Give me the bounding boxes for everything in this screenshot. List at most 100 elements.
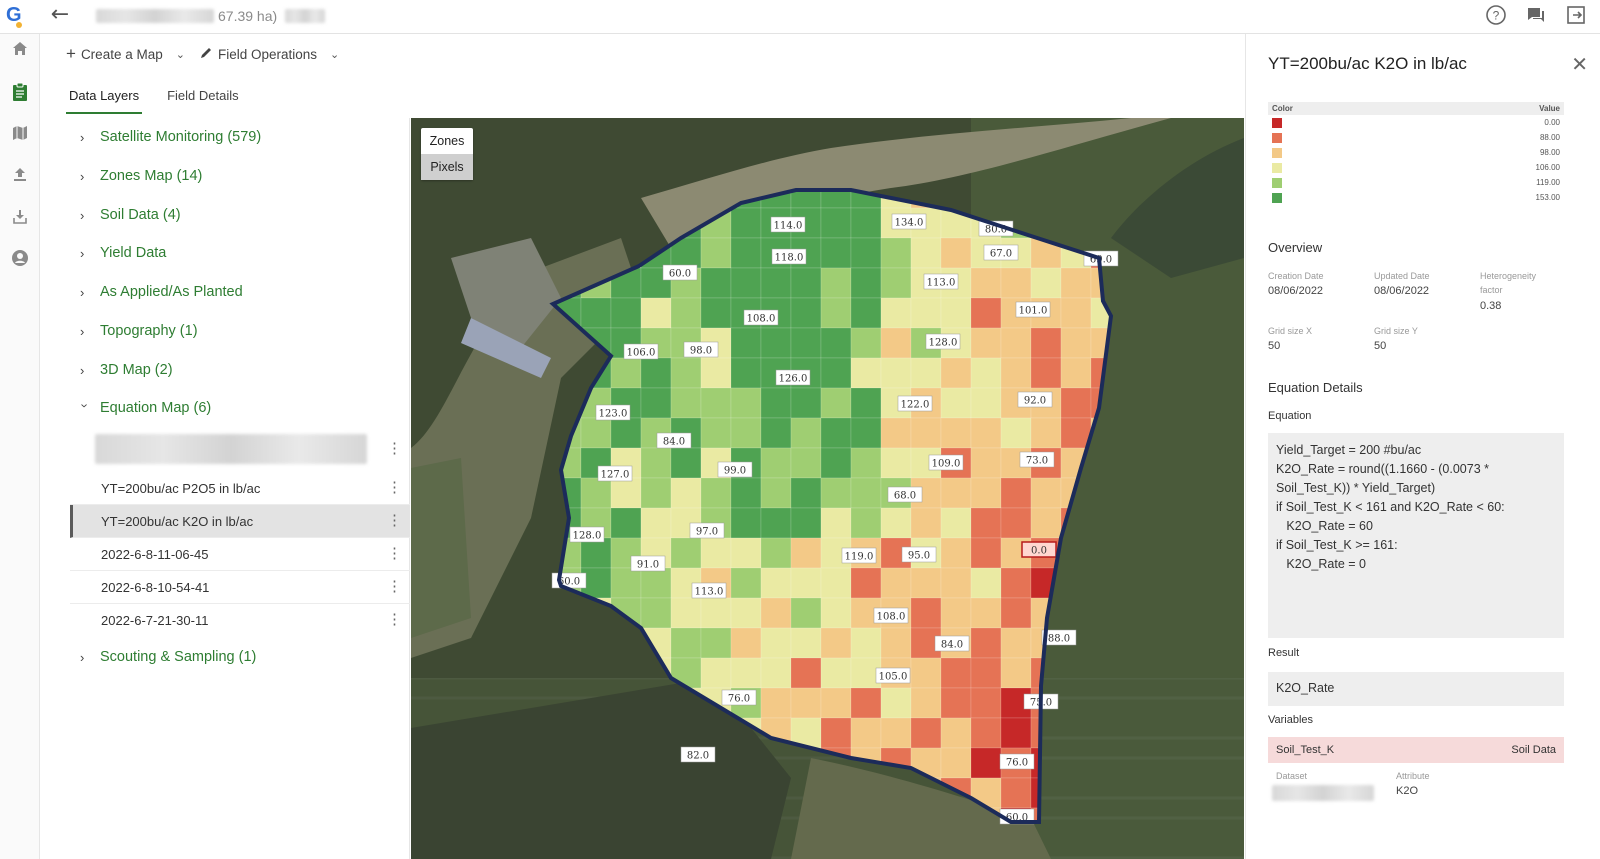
map-cell[interactable]	[1000, 567, 1032, 599]
map-cell[interactable]	[880, 717, 912, 749]
map-cell[interactable]	[850, 207, 882, 239]
map-cell[interactable]	[670, 597, 702, 629]
map-cell[interactable]	[730, 327, 762, 359]
map-cell[interactable]	[880, 687, 912, 719]
map-cell[interactable]	[790, 687, 822, 719]
list-item[interactable]: 2022-6-8-10-54-41 ⋮	[70, 571, 410, 604]
close-icon[interactable]: ✕	[1571, 52, 1588, 76]
map-cell[interactable]	[850, 567, 882, 599]
map-cell[interactable]	[850, 357, 882, 389]
map-cell[interactable]	[760, 657, 792, 689]
map-cell[interactable]	[910, 567, 942, 599]
map-cell[interactable]	[790, 297, 822, 329]
map-icon[interactable]	[6, 124, 34, 152]
map-cell[interactable]	[700, 537, 732, 569]
map-cell[interactable]	[880, 327, 912, 359]
field-map[interactable]: 114.0 134.0 118.0 80.0 67.0 69.0 60.0 113.0 108.…	[411, 118, 1244, 859]
map-cell[interactable]	[1030, 417, 1062, 449]
map-cell[interactable]	[670, 297, 702, 329]
layer-group-yield[interactable]: › Yield Data	[80, 241, 166, 265]
layer-group-equation-map[interactable]: › Equation Map (6)	[78, 396, 212, 420]
map-cell[interactable]	[730, 237, 762, 269]
map-cell[interactable]	[760, 567, 792, 599]
map-cell[interactable]	[970, 537, 1002, 569]
map-cell[interactable]	[820, 447, 852, 479]
map-cell[interactable]	[640, 597, 672, 629]
map-cell[interactable]	[700, 597, 732, 629]
map-cell[interactable]	[730, 387, 762, 419]
map-cell[interactable]	[730, 477, 762, 509]
map-cell[interactable]	[850, 687, 882, 719]
map-cell[interactable]	[700, 297, 732, 329]
map-cell[interactable]	[910, 417, 942, 449]
back-arrow-icon[interactable]: ←	[46, 3, 74, 29]
map-cell[interactable]	[700, 417, 732, 449]
map-cell[interactable]	[880, 447, 912, 479]
download-icon[interactable]	[6, 207, 34, 235]
map-cell[interactable]	[1000, 267, 1032, 299]
zones-pixels-toggle[interactable]: Zones Pixels	[421, 128, 473, 180]
list-item-redacted[interactable]: ⋮	[70, 425, 410, 473]
map-cell[interactable]	[1000, 627, 1032, 659]
map-cell[interactable]	[1030, 267, 1062, 299]
more-vert-icon[interactable]: ⋮	[387, 545, 402, 563]
map-cell[interactable]	[970, 297, 1002, 329]
map-cell[interactable]	[910, 237, 942, 269]
clipboard-icon[interactable]	[6, 82, 34, 110]
map-cell[interactable]	[820, 357, 852, 389]
map-cell[interactable]	[670, 387, 702, 419]
map-cell[interactable]	[730, 507, 762, 539]
map-cell[interactable]	[1060, 327, 1092, 359]
map-cell[interactable]	[760, 417, 792, 449]
map-cell[interactable]	[760, 537, 792, 569]
map-cell[interactable]	[1000, 477, 1032, 509]
map-cell[interactable]	[640, 477, 672, 509]
map-cell[interactable]	[820, 717, 852, 749]
map-cell[interactable]	[760, 597, 792, 629]
map-cell[interactable]	[880, 297, 912, 329]
list-item[interactable]: 2022-6-7-21-30-11 ⋮	[70, 604, 410, 637]
map-cell[interactable]	[730, 267, 762, 299]
map-cell[interactable]	[940, 477, 972, 509]
map-cell[interactable]	[700, 357, 732, 389]
map-cell[interactable]	[970, 387, 1002, 419]
more-vert-icon[interactable]: ⋮	[387, 440, 402, 458]
map-cell[interactable]	[940, 537, 972, 569]
map-cell[interactable]	[970, 327, 1002, 359]
map-cell[interactable]	[910, 687, 942, 719]
pixels-option[interactable]: Pixels	[421, 154, 473, 180]
map-cell[interactable]	[610, 567, 642, 599]
map-cell[interactable]	[760, 687, 792, 719]
map-cell[interactable]	[820, 207, 852, 239]
map-cell[interactable]	[820, 417, 852, 449]
map-cell[interactable]	[790, 567, 822, 599]
map-cell[interactable]	[730, 597, 762, 629]
map-cell[interactable]	[970, 267, 1002, 299]
map-cell[interactable]	[880, 237, 912, 269]
map-cell[interactable]	[760, 447, 792, 479]
map-cell[interactable]	[790, 537, 822, 569]
map-cell[interactable]	[1060, 267, 1092, 299]
map-cell[interactable]	[640, 297, 672, 329]
map-cell[interactable]	[970, 627, 1002, 659]
map-cell[interactable]	[940, 357, 972, 389]
map-cell[interactable]	[820, 297, 852, 329]
map-cell[interactable]	[790, 627, 822, 659]
field-operations-button[interactable]: Field Operations ⌄	[199, 46, 339, 63]
account-icon[interactable]	[6, 249, 34, 277]
map-cell[interactable]	[1060, 297, 1092, 329]
map-cell[interactable]	[790, 327, 822, 359]
map-cell[interactable]	[790, 267, 822, 299]
map-cell[interactable]	[970, 447, 1002, 479]
map-cell[interactable]	[580, 297, 612, 329]
map-canvas[interactable]: 114.0 134.0118.080.067.069.060.0113.0108.…	[411, 118, 1244, 859]
map-cell[interactable]	[1000, 597, 1032, 629]
map-cell[interactable]	[880, 507, 912, 539]
map-cell[interactable]	[760, 507, 792, 539]
list-item[interactable]: 2022-6-8-11-06-45 ⋮	[70, 538, 410, 571]
map-cell[interactable]	[580, 477, 612, 509]
upload-icon[interactable]	[6, 165, 34, 193]
map-cell[interactable]	[670, 447, 702, 479]
home-icon[interactable]	[6, 40, 34, 68]
map-cell[interactable]	[820, 507, 852, 539]
